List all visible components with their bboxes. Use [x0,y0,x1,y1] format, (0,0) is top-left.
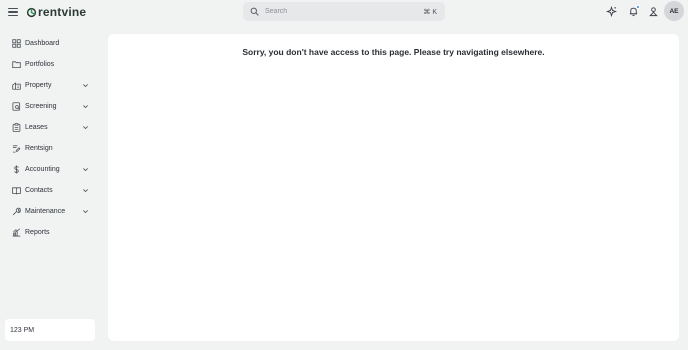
sidebar-item-label: Rentsign [25,144,53,152]
chevron-down-icon [83,188,88,192]
dashboard-icon [12,38,21,48]
time-display: 123 PM [5,319,95,341]
sidebar-item-rentsign[interactable]: Rentsign [6,140,96,156]
sparkle-icon[interactable] [606,6,617,17]
sidebar-item-label: Accounting [25,165,60,173]
logo-text: rentvine [38,5,87,19]
sidebar-item-reports[interactable]: Reports [6,224,96,240]
profile-icon[interactable] [648,6,659,17]
contacts-book-icon [12,186,21,195]
logo[interactable]: rentvine [26,5,86,19]
sidebar-item-contacts[interactable]: Contacts [6,182,96,198]
top-bar: rentvine ⌘ K AE [0,0,688,25]
menu-icon[interactable] [7,6,19,18]
notification-dot [636,5,640,9]
search-shortcut: ⌘ K [423,8,437,16]
sidebar-item-label: Reports [25,228,50,236]
sidebar-item-label: Leases [25,123,48,131]
folder-icon [12,60,21,68]
search-icon [250,7,259,16]
chevron-down-icon [83,167,88,171]
sidebar-item-accounting[interactable]: Accounting [6,161,96,177]
sidebar-item-label: Property [25,81,52,89]
sidebar-item-label: Portfolios [25,60,55,68]
sidebar-item-maintenance[interactable]: Maintenance [6,203,96,219]
sidebar-item-label: Maintenance [25,207,66,215]
wrench-icon [12,207,21,215]
sidebar-item-screening[interactable]: Screening [6,98,96,114]
rentvine-logo-icon [26,7,37,17]
sidebar-item-label: Contacts [25,186,53,194]
access-denied-message: Sorry, you don't have access to this pag… [242,47,545,57]
chevron-down-icon [83,83,88,87]
sidebar-item-portfolios[interactable]: Portfolios [6,56,96,72]
sidebar-item-leases[interactable]: Leases [6,119,96,135]
chart-icon [12,228,21,237]
sidebar-item-dashboard[interactable]: Dashboard [6,35,96,51]
chevron-down-icon [83,125,88,129]
sidebar-item-label: Screening [25,102,57,110]
signature-icon [12,144,21,152]
sidebar-item-property[interactable]: Property [6,77,96,93]
clipboard-icon [12,122,21,132]
screening-icon [12,101,21,111]
user-avatar[interactable]: AE [664,1,684,21]
dollar-icon [14,165,19,173]
building-icon [12,81,21,90]
sidebar-item-label: Dashboard [25,39,60,47]
chevron-down-icon [83,209,88,213]
main-panel: Sorry, you don't have access to this pag… [108,34,679,341]
search-input[interactable] [265,4,424,19]
search-bar[interactable]: ⌘ K [243,2,445,21]
notifications-button[interactable] [628,5,640,17]
chevron-down-icon [83,104,88,108]
